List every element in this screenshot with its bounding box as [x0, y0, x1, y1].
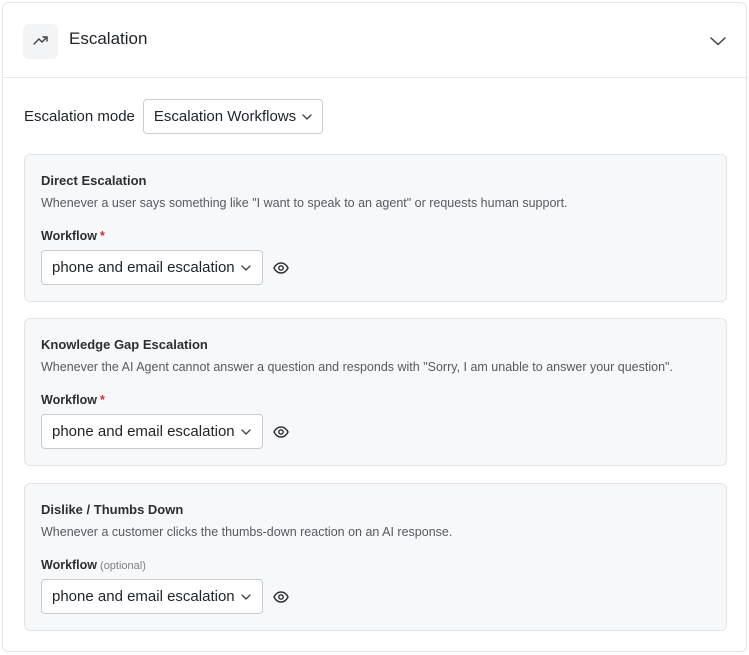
- workflow-label: Workflow *: [41, 393, 105, 407]
- workflow-select-value: phone and email escalation: [52, 423, 235, 440]
- workflow-select-value: phone and email escalation: [52, 259, 235, 276]
- trending-up-icon: [32, 33, 49, 51]
- optional-hint: (optional): [100, 560, 146, 572]
- workflow-label-text: Workflow: [41, 229, 98, 243]
- workflow-select[interactable]: phone and email escalation: [41, 414, 263, 449]
- required-mark: *: [100, 229, 105, 243]
- chevron-down-icon[interactable]: [708, 31, 728, 51]
- card-description: Whenever the AI Agent cannot answer a qu…: [41, 360, 673, 374]
- escalation-mode-label: Escalation mode: [24, 108, 135, 125]
- card-title: Dislike / Thumbs Down: [41, 502, 184, 517]
- chevron-down-icon: [240, 593, 251, 600]
- workflow-label-text: Workflow: [41, 393, 98, 407]
- eye-icon[interactable]: [272, 588, 290, 606]
- workflow-row: phone and email escalation: [41, 414, 290, 449]
- escalation-panel: Escalation Escalation mode Escalation Wo…: [2, 2, 747, 652]
- panel-title: Escalation: [69, 29, 148, 48]
- card-description: Whenever a customer clicks the thumbs-do…: [41, 525, 453, 539]
- direct-escalation-card: Direct Escalation Whenever a user says s…: [24, 154, 727, 302]
- required-mark: *: [100, 393, 105, 407]
- header-icon-box: [23, 24, 58, 59]
- knowledge-gap-escalation-card: Knowledge Gap Escalation Whenever the AI…: [24, 318, 727, 466]
- escalation-mode-select[interactable]: Escalation Workflows: [142, 99, 324, 134]
- card-title: Knowledge Gap Escalation: [41, 337, 208, 352]
- thumbs-down-escalation-card: Dislike / Thumbs Down Whenever a custome…: [24, 483, 727, 631]
- escalation-mode-row: Escalation mode Escalation Workflows: [24, 99, 324, 134]
- eye-icon[interactable]: [272, 259, 290, 277]
- workflow-select-value: phone and email escalation: [52, 588, 235, 605]
- chevron-down-icon: [240, 264, 251, 271]
- card-description: Whenever a user says something like "I w…: [41, 196, 568, 210]
- workflow-row: phone and email escalation: [41, 250, 290, 285]
- chevron-down-icon: [240, 428, 251, 435]
- workflow-select[interactable]: phone and email escalation: [41, 250, 263, 285]
- eye-icon[interactable]: [272, 423, 290, 441]
- workflow-select[interactable]: phone and email escalation: [41, 579, 263, 614]
- escalation-mode-value: Escalation Workflows: [153, 108, 297, 125]
- workflow-label-text: Workflow: [41, 558, 98, 572]
- workflow-row: phone and email escalation: [41, 579, 290, 614]
- card-title: Direct Escalation: [41, 173, 147, 188]
- workflow-label: Workflow *: [41, 229, 105, 243]
- panel-header[interactable]: Escalation: [3, 3, 746, 78]
- chevron-down-icon: [302, 113, 312, 120]
- workflow-label: Workflow (optional): [41, 558, 146, 572]
